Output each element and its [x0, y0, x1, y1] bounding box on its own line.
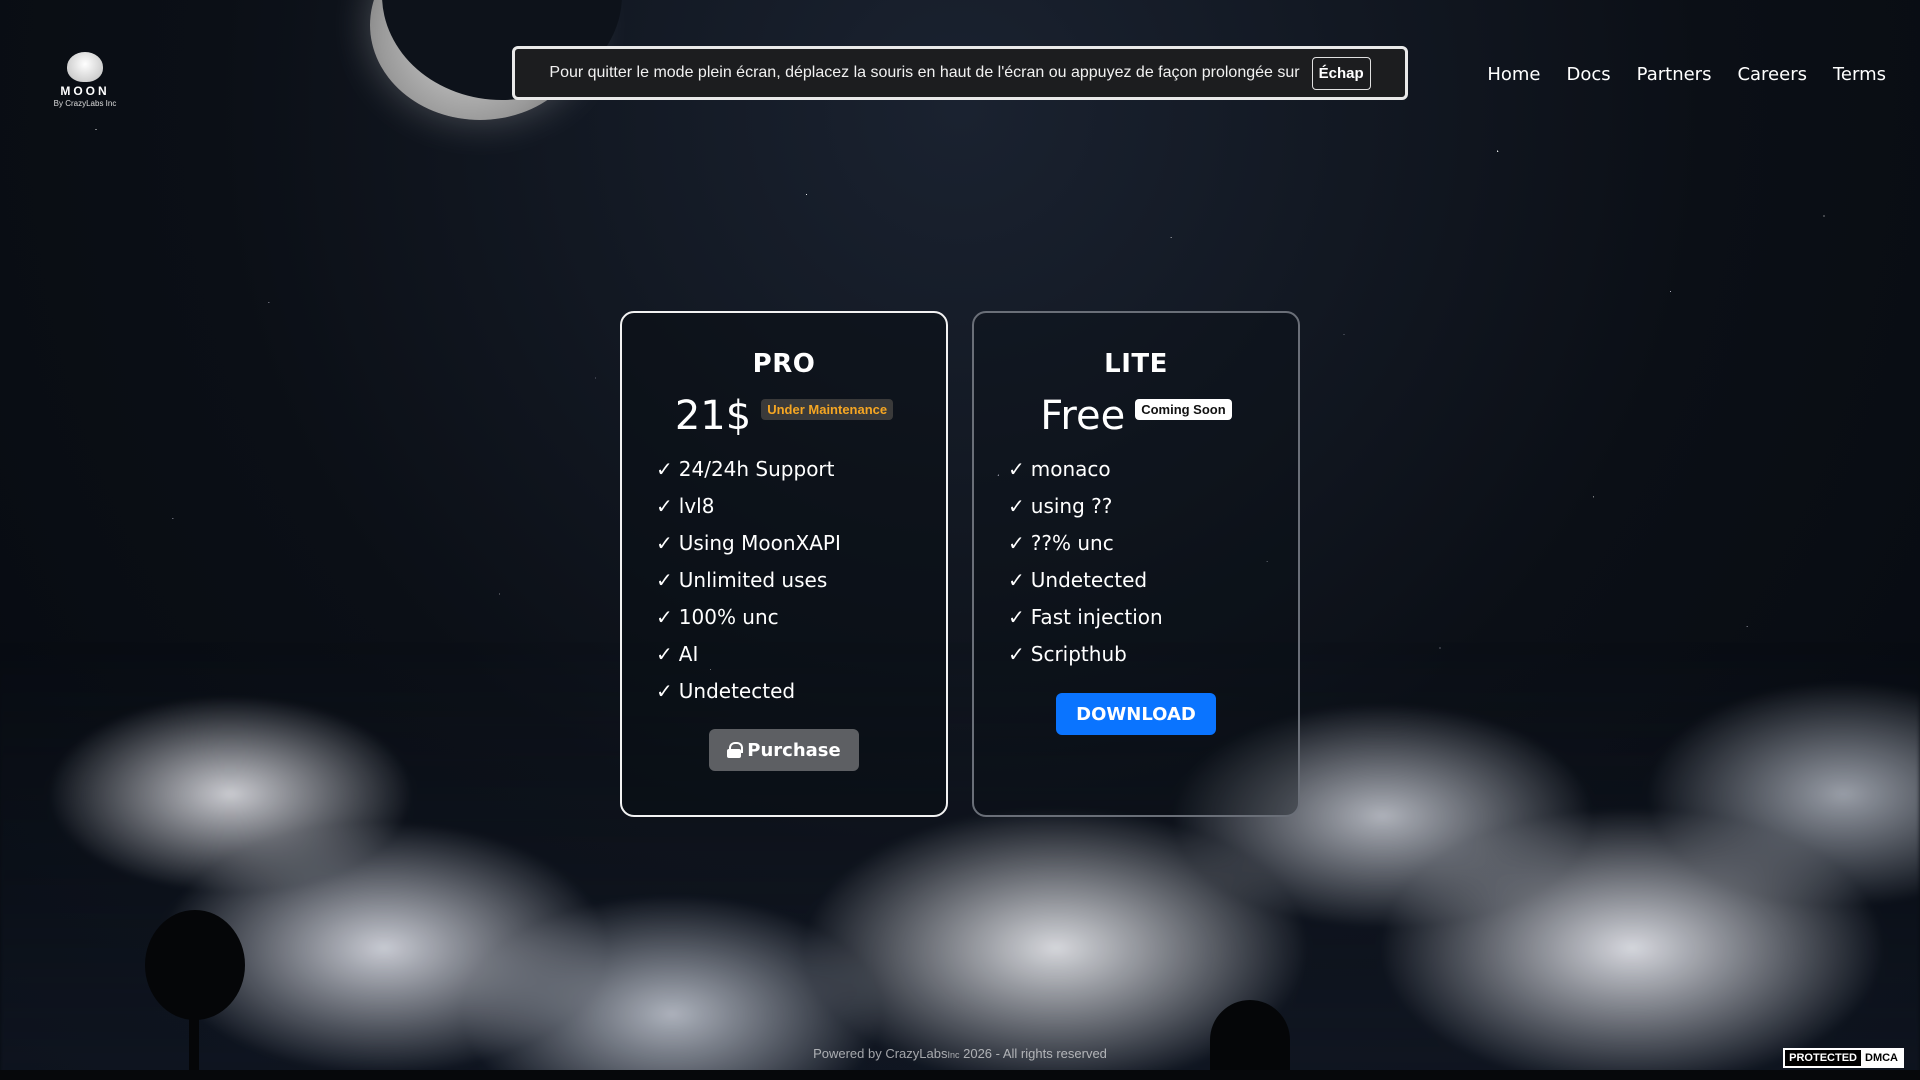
- feature-item: ✓ using ??: [1008, 488, 1298, 525]
- feature-item: ✓ Undetected: [656, 673, 946, 710]
- feature-item: ✓ Scripthub: [1008, 636, 1298, 673]
- feature-item: ✓ lvl8: [656, 488, 946, 525]
- check-icon: ✓: [1008, 457, 1025, 481]
- plan-name: LITE: [1104, 349, 1168, 379]
- lite-plan-card: LITE Free Coming Soon ✓ monaco ✓ using ?? …: [972, 311, 1300, 817]
- check-icon: ✓: [656, 605, 673, 629]
- escape-key-hint: Échap: [1311, 56, 1371, 90]
- check-icon: ✓: [656, 457, 673, 481]
- top-nav: Home Docs Partners Careers Terms: [1487, 64, 1886, 85]
- clouds-image: [0, 640, 1920, 1080]
- check-icon: ✓: [1008, 531, 1025, 555]
- banner-text: Pour quitter le mode plein écran, déplac…: [549, 64, 1300, 81]
- logo-title: MOON: [60, 84, 110, 98]
- feature-item: ✓ 24/24h Support: [656, 451, 946, 488]
- price-row: 21$ Under Maintenance: [622, 393, 946, 439]
- moon-logo-icon: [67, 52, 103, 82]
- download-button[interactable]: DOWNLOAD: [1056, 693, 1216, 735]
- background-scene: [0, 0, 1920, 1080]
- check-icon: ✓: [656, 568, 673, 592]
- plan-name: PRO: [752, 349, 816, 379]
- status-badge: Under Maintenance: [761, 399, 894, 420]
- logo-subtitle: By CrazyLabs Inc: [53, 99, 117, 108]
- feature-list: ✓ monaco ✓ using ?? ✓??% unc ✓ Undetected ✓…: [974, 451, 1298, 673]
- feature-item: ✓ Fast injection: [1008, 599, 1298, 636]
- nav-careers[interactable]: Careers: [1737, 64, 1807, 85]
- fullscreen-exit-banner: Pour quitter le mode plein écran, déplac…: [512, 46, 1408, 100]
- price-row: Free Coming Soon: [974, 393, 1298, 439]
- lock-icon: [727, 742, 744, 758]
- dmca-protected-badge[interactable]: PROTECTED DMCA: [1783, 1048, 1904, 1068]
- pro-plan-card: PRO 21$ Under Maintenance ✓ 24/24h Suppor…: [620, 311, 948, 817]
- feature-item: ✓ Undetected: [1008, 562, 1298, 599]
- check-icon: ✓: [1008, 642, 1025, 666]
- nav-terms[interactable]: Terms: [1833, 64, 1886, 85]
- purchase-label: Purchase: [747, 739, 841, 761]
- feature-item: ✓ Unlimited uses: [656, 562, 946, 599]
- check-icon: ✓: [656, 642, 673, 666]
- nav-docs[interactable]: Docs: [1567, 64, 1611, 85]
- check-icon: ✓: [1008, 605, 1025, 629]
- purchase-button[interactable]: Purchase: [709, 729, 859, 771]
- ground: [0, 1070, 1920, 1080]
- nav-partners[interactable]: Partners: [1637, 64, 1712, 85]
- check-icon: ✓: [1008, 494, 1025, 518]
- logo[interactable]: MOON By CrazyLabs Inc: [50, 52, 120, 108]
- feature-item: ✓ Using MoonXAPI: [656, 525, 946, 562]
- feature-item: ✓ monaco: [1008, 451, 1298, 488]
- plan-price: Free: [1040, 393, 1126, 439]
- feature-item: ✓ 100% unc: [656, 599, 946, 636]
- status-badge: Coming Soon: [1135, 399, 1232, 420]
- feature-item: ✓??% unc: [1008, 525, 1298, 562]
- check-icon: ✓: [656, 679, 673, 703]
- check-icon: ✓: [656, 494, 673, 518]
- check-icon: ✓: [1008, 568, 1025, 592]
- dmca-right: DMCA: [1861, 1050, 1902, 1066]
- footer-text: Powered by CrazyLabsInc 2026 - All right…: [813, 1046, 1107, 1061]
- feature-list: ✓ 24/24h Support ✓ lvl8 ✓ Using MoonXAPI ✓ U…: [622, 451, 946, 710]
- feature-item: ✓ AI: [656, 636, 946, 673]
- footer-brand-link[interactable]: CrazyLabsInc: [885, 1046, 959, 1061]
- bush-silhouette: [1210, 1000, 1290, 1080]
- plan-price: 21$: [674, 393, 752, 439]
- nav-home[interactable]: Home: [1487, 64, 1540, 85]
- check-icon: ✓: [656, 531, 673, 555]
- dmca-left: PROTECTED: [1789, 1052, 1857, 1064]
